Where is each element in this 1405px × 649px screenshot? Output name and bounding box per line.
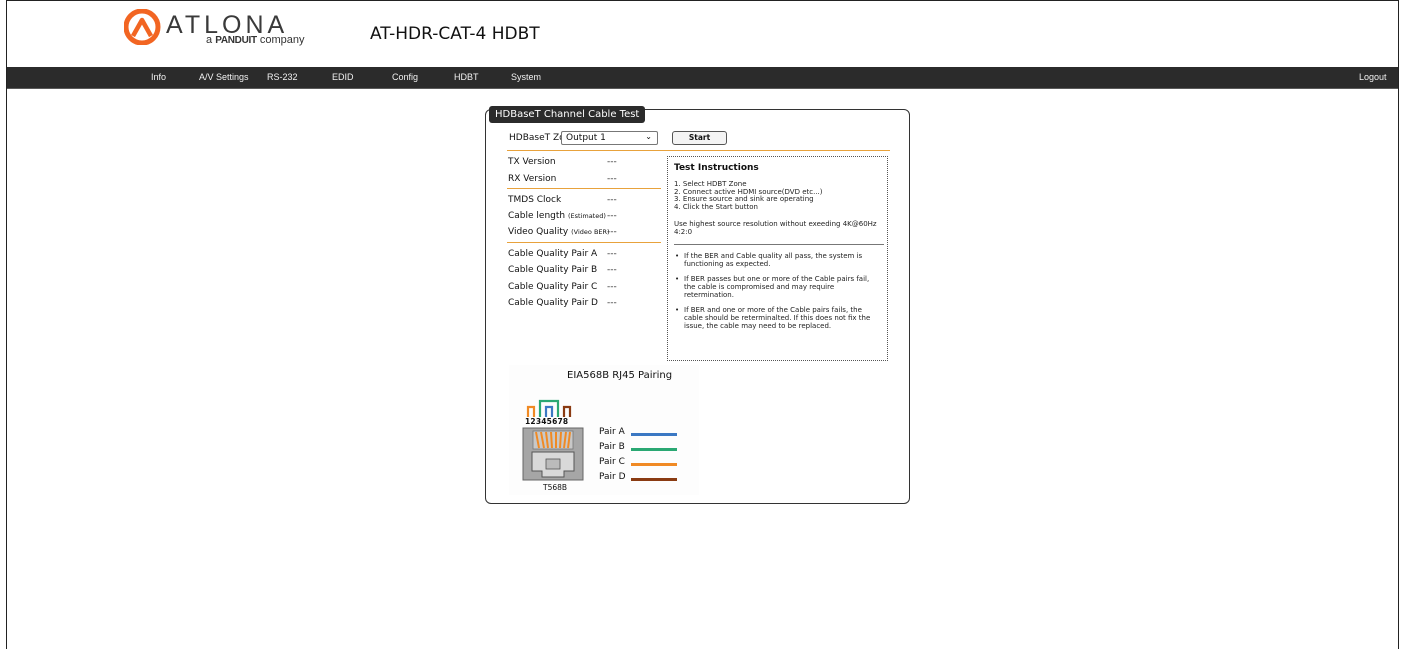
pair-a-label: Cable Quality Pair A [508, 249, 598, 259]
pair-c-value: --- [607, 282, 617, 292]
instruction-bullet: • If BER and one or more of the Cable pai… [675, 306, 871, 330]
nav-av-settings[interactable]: A/V Settings [199, 72, 249, 82]
logo-tagline: a PANDUIT company [206, 34, 305, 46]
rx-version-label: RX Version [508, 174, 557, 184]
resolution-note: Use highest source resolution without ex… [674, 220, 877, 236]
nav-info[interactable]: Info [151, 72, 166, 82]
video-quality-value: --- [607, 227, 617, 237]
pair-b-swatch [631, 448, 677, 451]
zone-select[interactable]: Output 1 ⌄ [561, 131, 658, 145]
product-title: AT-HDR-CAT-4 HDBT [370, 24, 540, 44]
instruction-step: 4. Click the Start button [674, 202, 758, 211]
cable-length-label: Cable length (Estimated) [508, 211, 606, 221]
pair-a-value: --- [607, 249, 617, 259]
cable-test-panel: HDBaseT Channel Cable Test HDBaseT Zone … [485, 106, 910, 504]
start-button[interactable]: Start [672, 131, 727, 145]
instructions-title: Test Instructions [674, 163, 759, 173]
divider [507, 150, 890, 151]
rj45-wire-pairs-icon [526, 399, 572, 417]
pair-a-swatch [631, 433, 677, 436]
nav-config[interactable]: Config [392, 72, 418, 82]
pair-b-label: Cable Quality Pair B [508, 265, 598, 275]
nav-edid[interactable]: EDID [332, 72, 354, 82]
atlona-logo-icon [124, 9, 161, 45]
instruction-bullet: • If BER passes but one or more of the Ca… [675, 275, 870, 299]
pair-c-label: Cable Quality Pair C [508, 282, 598, 292]
cable-length-value: --- [607, 211, 617, 221]
standard-label: T568B [543, 483, 568, 492]
nav-rs232[interactable]: RS-232 [267, 72, 298, 82]
pair-c-swatch [631, 463, 677, 466]
chevron-down-icon: ⌄ [645, 132, 652, 141]
logout-link[interactable]: Logout [1359, 72, 1387, 82]
pair-d-value: --- [607, 298, 617, 308]
divider [507, 242, 661, 243]
pin-numbers: 12345678 [525, 417, 569, 426]
rj45-pairing-diagram: EIA568B RJ45 Pairing 12345678 T568B Pair… [509, 365, 699, 495]
pair-d-label: Cable Quality Pair D [508, 298, 598, 308]
tmds-clock-value: --- [607, 195, 617, 205]
tx-version-label: TX Version [508, 157, 556, 167]
zone-select-value: Output 1 [566, 133, 606, 143]
divider [507, 188, 661, 189]
instruction-bullet: • If the BER and Cable quality all pass, … [675, 252, 863, 268]
pair-b-value: --- [607, 265, 617, 275]
diagram-title: EIA568B RJ45 Pairing [567, 370, 673, 381]
pair-b-legend: Pair B [599, 442, 625, 452]
panel-title: HDBaseT Channel Cable Test [489, 106, 646, 123]
main-nav: Info A/V Settings RS-232 EDID Config HDB… [7, 67, 1398, 89]
tx-version-value: --- [607, 157, 617, 167]
atlona-logo[interactable]: ATLONA a PANDUIT company [124, 9, 314, 49]
nav-system[interactable]: System [511, 72, 541, 82]
divider [674, 244, 884, 245]
nav-hdbt[interactable]: HDBT [454, 72, 479, 82]
test-instructions: Test Instructions 1. Select HDBT Zone 2.… [667, 156, 888, 361]
pair-a-legend: Pair A [599, 427, 625, 437]
pair-c-legend: Pair C [599, 457, 625, 467]
rj45-connector-icon [522, 427, 584, 481]
pair-d-legend: Pair D [599, 472, 626, 482]
tmds-clock-label: TMDS Clock [508, 195, 562, 205]
pair-d-swatch [631, 478, 677, 481]
rx-version-value: --- [607, 174, 617, 184]
video-quality-label: Video Quality (Video BER) [508, 227, 610, 237]
